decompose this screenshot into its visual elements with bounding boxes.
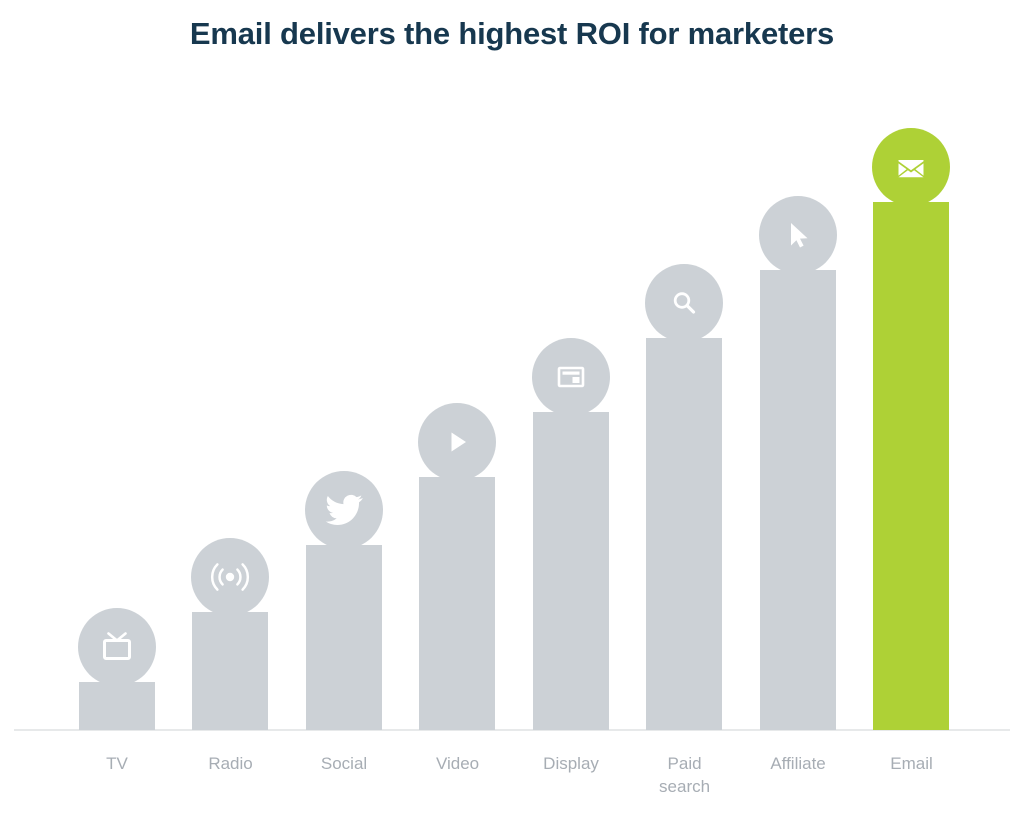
television-icon xyxy=(77,608,156,686)
bar-paid-search xyxy=(646,338,723,730)
chart-container: Email delivers the highest ROI for marke… xyxy=(0,0,1024,813)
cursor-arrow-icon xyxy=(758,196,837,274)
envelope-icon xyxy=(872,128,951,206)
magnifier-icon xyxy=(645,264,724,342)
twitter-bird-icon xyxy=(304,471,383,549)
bar-group-radio: Radio xyxy=(174,0,288,813)
x-label-social: Social xyxy=(320,754,368,773)
bar-display xyxy=(532,412,609,730)
x-label-display: Display xyxy=(543,754,599,773)
x-label-video: Video xyxy=(435,754,480,773)
bar-group-email: Email xyxy=(855,0,969,813)
x-label-radio: Radio xyxy=(208,754,253,773)
bar-group-video: Video xyxy=(401,0,515,813)
bar-group-tv: TV xyxy=(60,0,174,813)
browser-window-icon xyxy=(531,338,610,416)
bar-tv xyxy=(78,682,155,730)
bar-group-social: Social xyxy=(287,0,401,813)
bar-video xyxy=(419,477,496,730)
x-label-affiliate: Affiliate xyxy=(770,754,826,773)
bar-affiliate xyxy=(759,270,836,730)
bar-group-affiliate: Affiliate xyxy=(741,0,855,813)
bar-group-paid-search: Paid search xyxy=(628,0,742,813)
x-label-tv: TV xyxy=(106,754,128,773)
bar-radio xyxy=(192,612,269,730)
broadcast-icon xyxy=(191,538,270,616)
bar-email xyxy=(873,202,950,730)
play-icon xyxy=(418,403,497,481)
plot-area: TV Radio Social Video Display Paid searc… xyxy=(0,0,1024,813)
x-label-paid-search: Paid search xyxy=(659,754,711,796)
bar-group-display: Display xyxy=(514,0,628,813)
bar-social xyxy=(305,545,382,730)
x-label-email: Email xyxy=(890,754,933,773)
